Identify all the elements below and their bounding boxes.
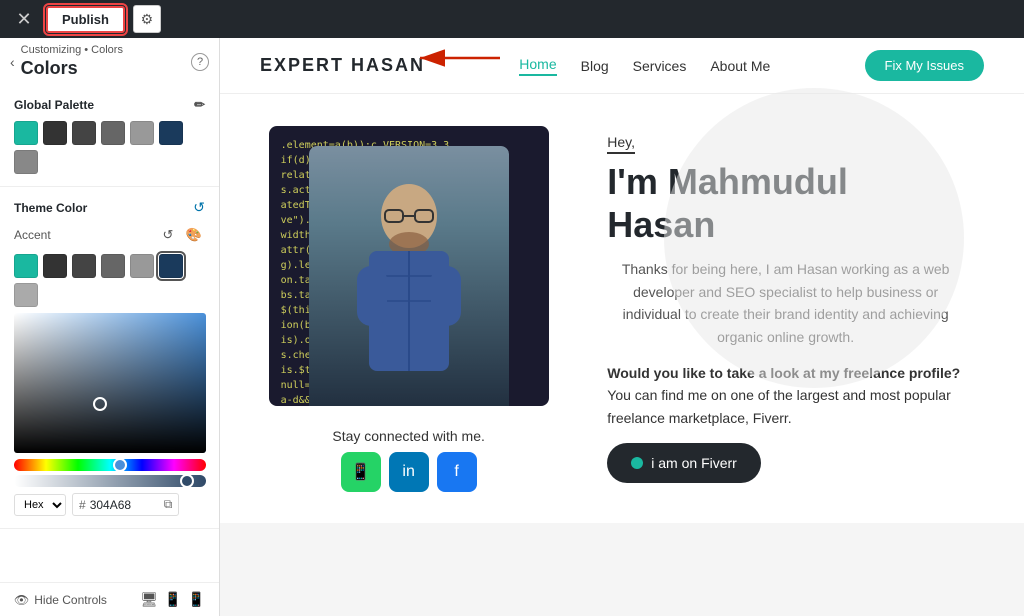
picker-cursor (93, 397, 107, 411)
desktop-icon[interactable]: 🖥 (140, 591, 158, 608)
global-swatch-4[interactable] (130, 121, 154, 145)
mobile-icon[interactable]: 📱 (188, 591, 205, 608)
global-swatch-1[interactable] (43, 121, 67, 145)
nav-links: Home Blog Services About Me (519, 56, 770, 76)
global-swatch-0[interactable] (14, 121, 38, 145)
background-shape (664, 88, 964, 388)
linkedin-button[interactable]: in (389, 452, 429, 492)
nav-cta-button[interactable]: Fix My Issues (865, 50, 984, 81)
global-swatch-6[interactable] (14, 150, 38, 174)
color-picker-gradient[interactable] (14, 313, 206, 453)
accent-swatches (14, 254, 205, 307)
global-swatch-2[interactable] (72, 121, 96, 145)
hue-thumb (113, 458, 127, 472)
back-button[interactable]: ‹ (10, 54, 15, 70)
fiverr-dot (631, 457, 643, 469)
nav-link-blog[interactable]: Blog (581, 58, 609, 74)
hue-slider[interactable] (14, 459, 206, 471)
global-swatch-3[interactable] (101, 121, 125, 145)
eye-icon: 👁 (14, 593, 29, 607)
accent-reset-btn[interactable]: ↺ (157, 224, 179, 246)
facebook-icon: f (454, 463, 458, 481)
tablet-icon[interactable]: 📱 (164, 591, 181, 608)
nav-link-about[interactable]: About Me (710, 58, 770, 74)
accent-swatch-5[interactable] (159, 254, 183, 278)
sidebar-header: ‹ Customizing • Colors Colors ? (0, 38, 219, 85)
linkedin-icon: in (402, 463, 414, 481)
whatsapp-icon: 📱 (351, 462, 371, 482)
theme-color-section: Theme Color ↺ Accent ↺ 🎨 (0, 187, 219, 529)
accent-color-wheel-btn[interactable]: 🎨 (183, 224, 205, 246)
accent-swatch-1[interactable] (43, 254, 67, 278)
device-icons: 🖥 📱 📱 (140, 591, 205, 608)
fiverr-regular-text: You can find me on one of the largest an… (607, 387, 951, 425)
accent-swatch-0[interactable] (14, 254, 38, 278)
fiverr-button[interactable]: i am on Fiverr (607, 443, 761, 483)
sidebar: ‹ Customizing • Colors Colors ? Global P… (0, 38, 220, 616)
theme-color-label: Theme Color (14, 201, 87, 215)
hero-left: .element=a(b));c.VERSION=3.3.if(d){(d.b.… (260, 126, 557, 492)
sidebar-bottom: 👁 Hide Controls 🖥 📱 📱 (0, 582, 219, 616)
opacity-slider[interactable] (14, 475, 206, 487)
social-icons: 📱 in f (341, 452, 477, 492)
sidebar-title: Colors (21, 58, 185, 79)
site-nav: EXPERT HASAN Home Blog Services About Me… (220, 38, 1024, 94)
facebook-button[interactable]: f (437, 452, 477, 492)
global-swatch-5[interactable] (159, 121, 183, 145)
help-icon[interactable]: ? (191, 53, 209, 71)
copy-icon[interactable]: ⧉ (164, 497, 173, 512)
main-layout: ‹ Customizing • Colors Colors ? Global P… (0, 38, 1024, 616)
breadcrumb: Customizing • Colors (21, 44, 185, 56)
close-button[interactable]: ✕ (10, 5, 38, 33)
settings-button[interactable]: ⚙ (133, 5, 161, 33)
global-palette-section: Global Palette ✏ (0, 85, 219, 187)
accent-label: Accent (14, 228, 51, 242)
hex-hash: # (79, 498, 86, 512)
opacity-thumb (180, 474, 194, 488)
top-bar: ✕ Publish ⚙ (0, 0, 1024, 38)
accent-swatch-2[interactable] (72, 254, 96, 278)
person-avatar (349, 176, 469, 376)
accent-swatch-4[interactable] (130, 254, 154, 278)
hero-greeting: Hey, (607, 134, 635, 154)
hide-controls-button[interactable]: 👁 Hide Controls (14, 593, 107, 607)
global-swatches (14, 121, 205, 174)
gear-icon: ⚙ (141, 11, 154, 28)
reset-icon[interactable]: ↺ (193, 199, 205, 216)
accent-swatch-6[interactable] (14, 283, 38, 307)
hex-value-input[interactable] (90, 498, 160, 512)
nav-link-home[interactable]: Home (519, 56, 556, 76)
fiverr-btn-label: i am on Fiverr (651, 455, 737, 471)
publish-button[interactable]: Publish (46, 6, 125, 33)
hex-input-container: # ⧉ (72, 493, 179, 516)
site-logo: EXPERT HASAN (260, 55, 425, 76)
global-palette-label: Global Palette ✏ (14, 97, 205, 113)
accent-swatch-3[interactable] (101, 254, 125, 278)
edit-icon[interactable]: ✏ (194, 97, 205, 113)
nav-link-services[interactable]: Services (633, 58, 687, 74)
stay-connected: Stay connected with me. (332, 428, 485, 444)
website-preview: EXPERT HASAN Home Blog Services About Me… (220, 38, 1024, 616)
format-select[interactable]: Hex (14, 494, 66, 516)
back-icon: ‹ (10, 54, 15, 70)
preview-area: EXPERT HASAN Home Blog Services About Me… (220, 38, 1024, 616)
whatsapp-button[interactable]: 📱 (341, 452, 381, 492)
